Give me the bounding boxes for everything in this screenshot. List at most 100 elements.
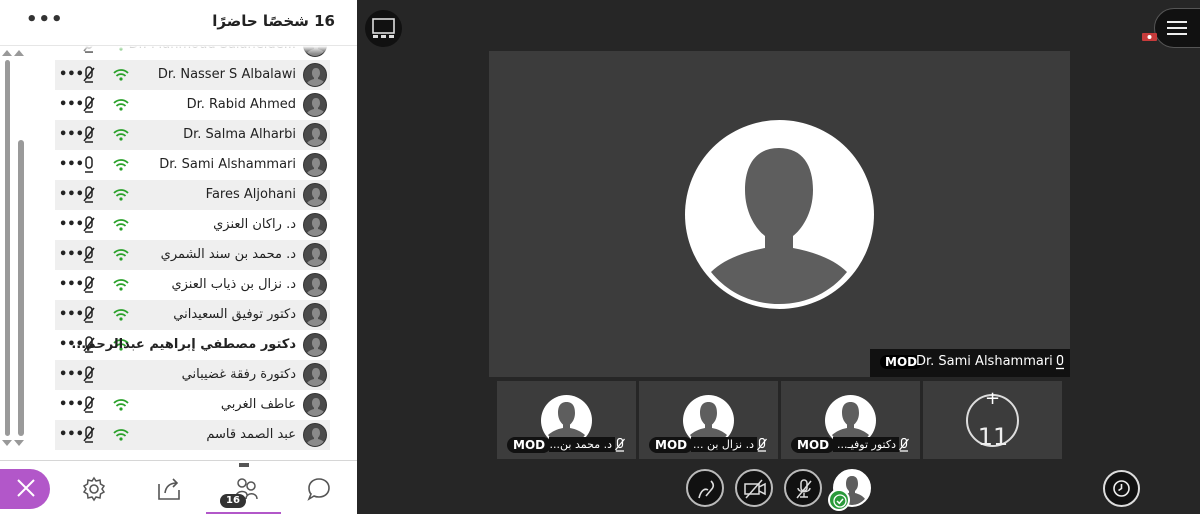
wifi-signal-icon <box>113 309 129 321</box>
participant-row[interactable]: ••• عاطف الغربي <box>55 390 330 420</box>
participant-name: دكتور توفيق السعيداني <box>173 307 296 322</box>
wifi-signal-icon <box>113 129 129 141</box>
microphone-muted-icon <box>83 306 95 323</box>
grip-icon <box>239 463 249 467</box>
participant-video-tile[interactable]: MOD دكتور توفيـ... <box>781 381 920 459</box>
tile-participant-name: دكتور توفيـ... <box>833 437 899 452</box>
participant-name: دكتورة رفقة غضيباني <box>181 367 296 382</box>
tab-attendees[interactable]: 16 <box>206 461 281 514</box>
moderator-badge: MOD <box>649 437 694 453</box>
share-content-icon <box>158 478 180 500</box>
moderator-badge: MOD <box>507 437 552 453</box>
microphone-muted-icon <box>83 246 95 263</box>
participant-options-button[interactable]: ••• <box>59 367 84 382</box>
status-button[interactable] <box>686 469 724 507</box>
camera-toggle-button[interactable] <box>735 469 773 507</box>
scroll-track[interactable] <box>5 60 10 436</box>
timer-icon <box>1113 480 1130 497</box>
avatar <box>303 273 327 297</box>
participant-options-button[interactable]: ••• <box>59 127 84 142</box>
scroll-up-icon[interactable] <box>2 50 12 56</box>
participant-row[interactable]: ••• Dr. Nasser S Albalawi <box>55 60 330 90</box>
participant-options-button[interactable]: ••• <box>59 397 84 412</box>
person-silhouette-icon <box>307 128 325 146</box>
avatar <box>303 303 327 327</box>
more-participants-tile[interactable]: + 11 <box>923 381 1062 459</box>
participant-row[interactable]: ••• د. محمد بن سند الشمري <box>55 240 330 270</box>
scroll-thumb[interactable] <box>18 140 24 436</box>
wifi-signal-icon <box>113 429 129 441</box>
tile-caption: MOD د. محمد بن... <box>501 435 632 455</box>
participant-row[interactable]: ••• دكتورة رفقة غضيباني <box>55 360 330 390</box>
close-panel-button[interactable] <box>0 469 50 509</box>
avatar <box>303 153 327 177</box>
participant-name: دكتور مصطفي إبراهيم عبدالرحم... <box>71 337 296 352</box>
participant-row[interactable]: ••• Dr. Sami Alshammari <box>55 150 330 180</box>
person-silhouette-icon <box>690 125 869 304</box>
microphone-toggle-button[interactable] <box>784 469 822 507</box>
session-timer-button[interactable] <box>1103 470 1140 507</box>
scroll-down-icon[interactable] <box>2 440 12 446</box>
person-silhouette-icon <box>307 338 325 356</box>
panel-tab-bar: 16 <box>0 460 357 514</box>
participant-options-button[interactable]: ••• <box>59 67 84 82</box>
participant-row[interactable]: ••• عبد الصمد قاسم <box>55 420 330 450</box>
participant-row[interactable]: ••• Dr. Salma Alharbi <box>55 120 330 150</box>
participant-video-tile[interactable]: MOD د. محمد بن... <box>497 381 636 459</box>
wifi-signal-icon <box>113 279 129 291</box>
person-silhouette-icon <box>307 68 325 86</box>
microphone-muted-icon <box>83 186 95 203</box>
participant-video-tile[interactable]: MOD د. نزال بن ... <box>639 381 778 459</box>
participant-options-button[interactable]: ••• <box>59 277 84 292</box>
mic-off-icon <box>796 479 812 499</box>
list-scrollbar[interactable] <box>2 48 24 446</box>
avatar <box>303 393 327 417</box>
wifi-signal-icon <box>113 249 129 261</box>
avatar <box>303 243 327 267</box>
wifi-signal-icon <box>113 159 129 171</box>
avatar <box>303 213 327 237</box>
participant-options-button[interactable]: ••• <box>59 217 84 232</box>
camera-off-icon <box>744 479 766 499</box>
avatar <box>303 363 327 387</box>
list-fade <box>0 46 357 54</box>
layout-button[interactable] <box>365 10 402 47</box>
participant-options-button[interactable]: ••• <box>59 97 84 112</box>
attendee-count-badge: 16 <box>220 494 246 508</box>
participant-row[interactable]: ••• دكتور مصطفي إبراهيم عبدالرحم... <box>55 330 330 360</box>
participant-row[interactable]: ••• د. راكان العنزي <box>55 210 330 240</box>
participant-row[interactable]: ••• Dr. Rabid Ahmed <box>55 90 330 120</box>
participant-row[interactable]: ••• د. نزال بن ذياب العنزي <box>55 270 330 300</box>
main-speaker-video[interactable]: MOD Dr. Sami Alshammari <box>489 51 1070 377</box>
main-speaker-name: Dr. Sami Alshammari <box>916 354 1053 369</box>
participant-name: د. نزال بن ذياب العنزي <box>171 277 296 292</box>
microphone-muted-icon <box>83 366 95 383</box>
wifi-signal-icon <box>113 69 129 81</box>
avatar <box>303 123 327 147</box>
participant-options-button[interactable]: ••• <box>59 427 84 442</box>
microphone-muted-icon <box>83 396 95 413</box>
participant-options-button[interactable]: ••• <box>59 157 84 172</box>
participant-options-button[interactable]: ••• <box>59 187 84 202</box>
session-menu-button[interactable] <box>1154 8 1200 48</box>
scroll-up-icon-2[interactable] <box>14 50 24 56</box>
avatar <box>303 423 327 447</box>
participant-name: Dr. Nasser S Albalawi <box>157 67 296 82</box>
scroll-down-icon-2[interactable] <box>14 440 24 446</box>
participant-name: عبد الصمد قاسم <box>206 427 296 442</box>
microphone-muted-icon <box>757 438 767 452</box>
moderator-badge: MOD <box>791 437 836 453</box>
participant-row[interactable]: ••• Fares Aljohani <box>55 180 330 210</box>
participant-list[interactable]: •••Dr. Mahmoud Salahelde...•••Dr. Nasser… <box>55 30 330 451</box>
panel-more-button[interactable]: ••• <box>26 9 64 30</box>
participant-name: د. محمد بن سند الشمري <box>160 247 296 262</box>
wifi-signal-icon <box>113 219 129 231</box>
tab-chat[interactable] <box>281 461 356 514</box>
participant-options-button[interactable]: ••• <box>59 247 84 262</box>
person-silhouette-icon <box>307 248 325 266</box>
participant-options-button[interactable]: ••• <box>59 307 84 322</box>
participant-row[interactable]: ••• دكتور توفيق السعيداني <box>55 300 330 330</box>
person-silhouette-icon <box>307 368 325 386</box>
tab-settings[interactable] <box>56 461 131 514</box>
tab-share-content[interactable] <box>131 461 206 514</box>
